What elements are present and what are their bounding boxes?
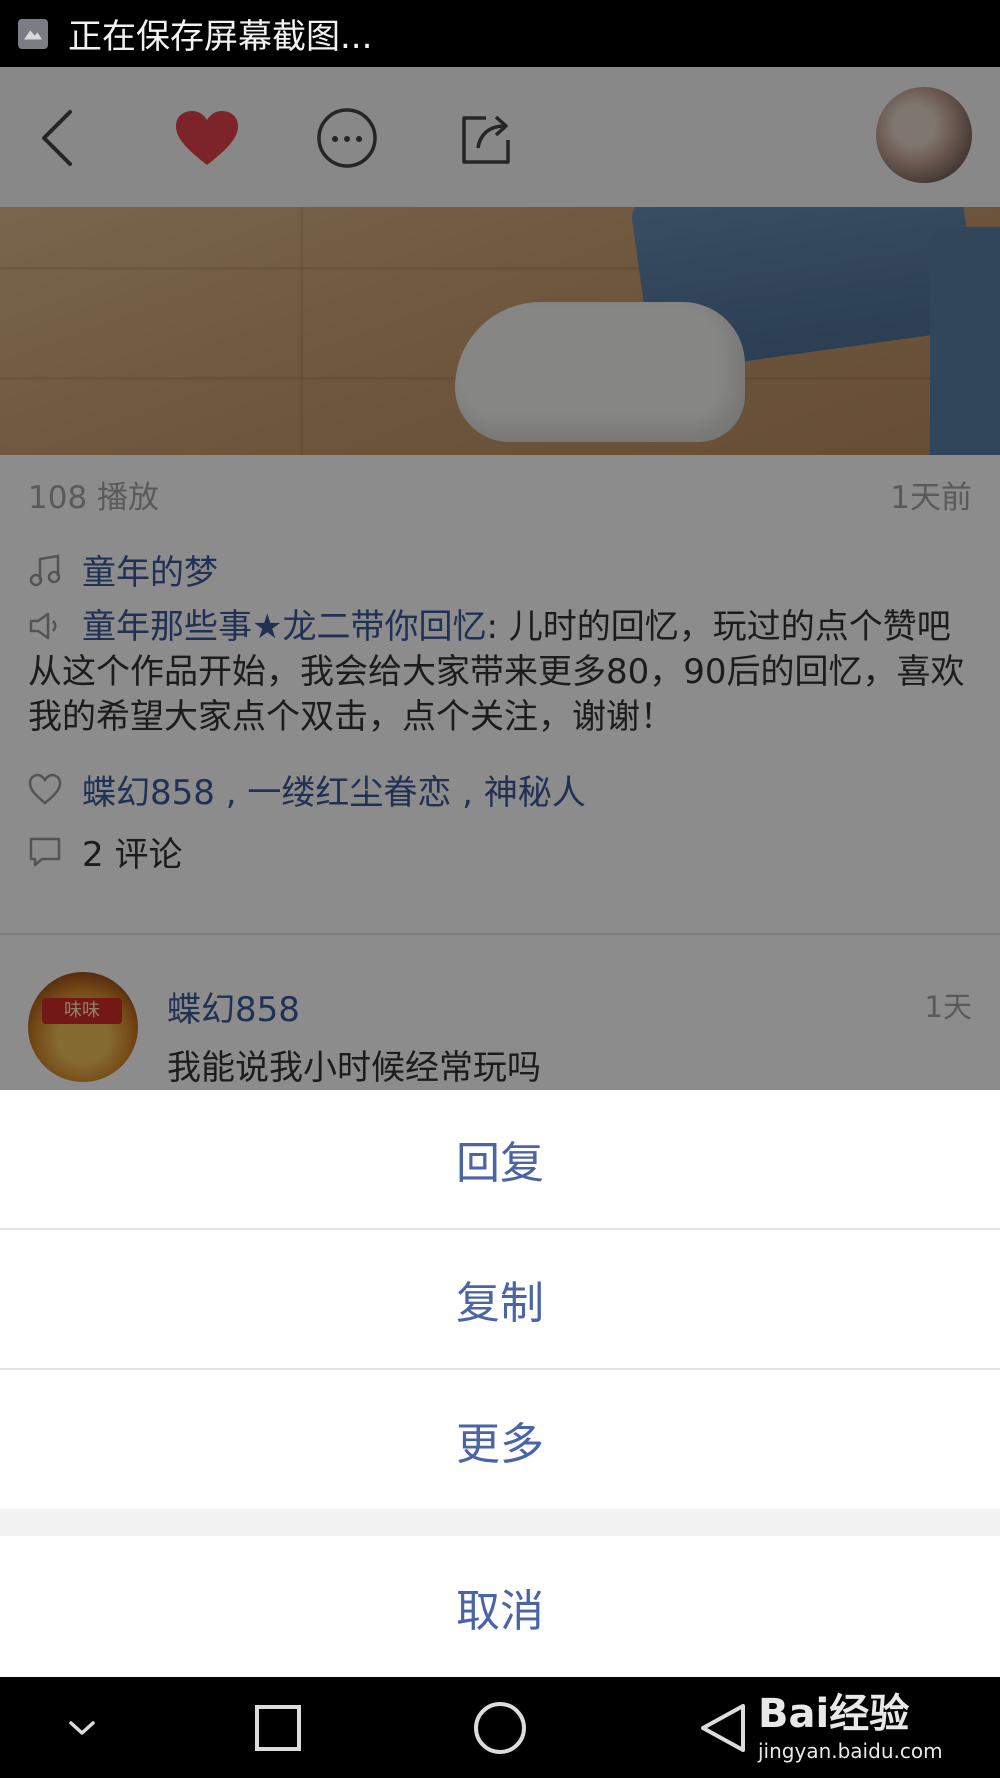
screenshot-notification-icon — [18, 18, 48, 49]
status-bar: 正在保存屏幕截图... — [0, 0, 1000, 67]
circle-icon[interactable] — [440, 1677, 560, 1778]
cancel-button[interactable]: 取消 — [0, 1536, 1000, 1677]
action-sheet: 回复 复制 更多 取消 — [0, 1090, 1000, 1677]
reply-button[interactable]: 回复 — [0, 1090, 1000, 1228]
watermark-url: jingyan.baidu.com — [758, 1739, 943, 1763]
status-text: 正在保存屏幕截图... — [68, 17, 373, 57]
watermark-logo: Bai经验 — [758, 1691, 910, 1737]
square-icon[interactable] — [218, 1677, 338, 1778]
system-nav-bar: Bai经验 jingyan.baidu.com — [0, 1677, 1000, 1778]
baidu-jingyan-watermark: Bai经验 jingyan.baidu.com — [758, 1681, 948, 1771]
copy-button[interactable]: 复制 — [0, 1230, 1000, 1368]
chevron-down-icon[interactable] — [22, 1677, 142, 1778]
video-detail-page: 108 播放 1天前 童年的梦 童年那些事★龙二带你回忆: 儿时的回忆，玩过的点… — [0, 67, 1000, 1677]
more-button[interactable]: 更多 — [0, 1370, 1000, 1509]
